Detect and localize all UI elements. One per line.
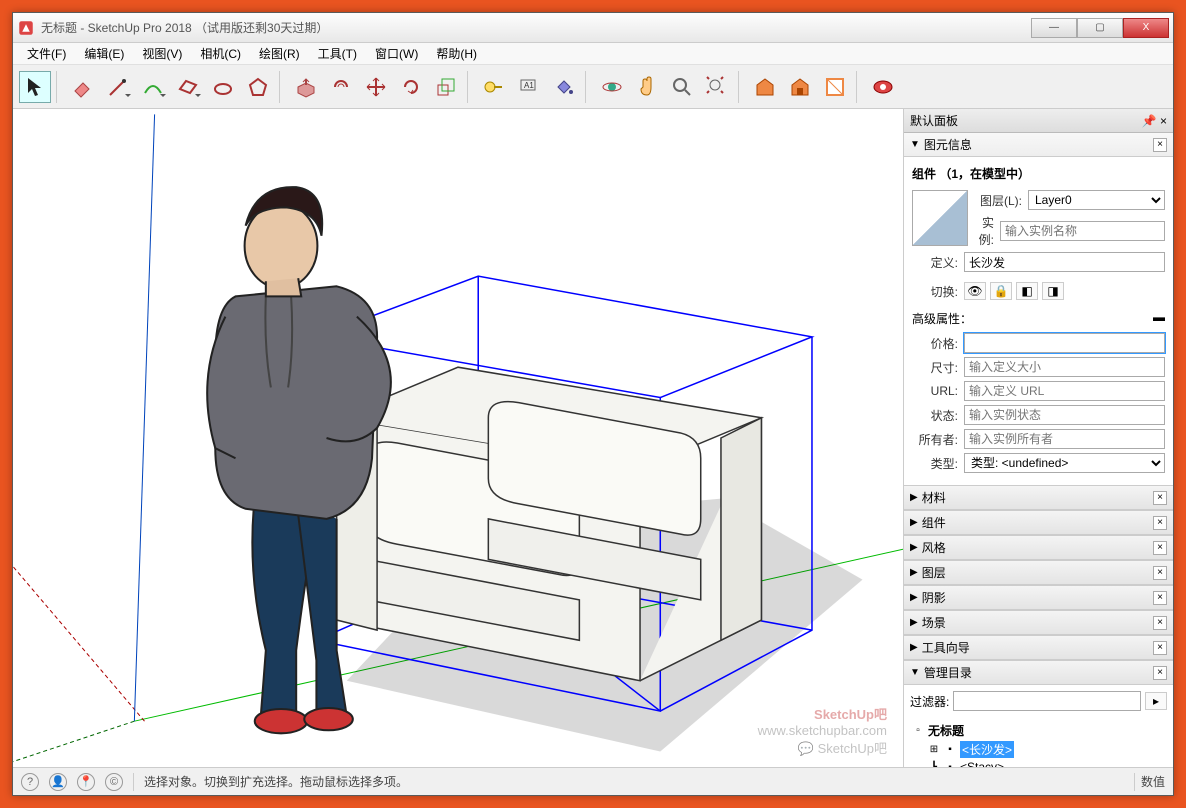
status-input[interactable] [964,405,1165,425]
toggle-receive-icon[interactable]: ◨ [1042,282,1064,300]
menu-file[interactable]: 文件(F) [19,43,74,64]
titlebar: 无标题 - SketchUp Pro 2018 （试用版还剩30天过期） — ▢… [13,13,1173,43]
menu-view[interactable]: 视图(V) [134,43,190,64]
filter-input[interactable] [953,691,1141,711]
layout-tool[interactable] [819,71,851,103]
section-scenes[interactable]: ▶场景× [904,610,1173,635]
filter-menu-icon[interactable]: ▸ [1145,692,1167,710]
eraser-tool[interactable] [67,71,99,103]
arc-tool[interactable] [137,71,169,103]
tree-item-sofa[interactable]: ⊞▪ <长沙发> [912,740,1165,759]
section-materials[interactable]: ▶材料× [904,485,1173,510]
price-input[interactable] [964,333,1165,353]
menu-tools[interactable]: 工具(T) [310,43,365,64]
entity-info-panel: 组件 （1，在模型中） 图层(L): Layer0 实例: 定义: 切换: [904,157,1173,485]
model-view [13,109,903,767]
tree-root[interactable]: ▫ 无标题 [912,721,1165,740]
section-shadows[interactable]: ▶阴影× [904,585,1173,610]
status-label: 状态: [912,407,958,424]
menu-window[interactable]: 窗口(W) [367,43,426,64]
circle-tool[interactable] [207,71,239,103]
extension-warehouse-tool[interactable] [784,71,816,103]
section-instructor[interactable]: ▶工具向导× [904,635,1173,660]
status-user-icon[interactable]: 👤 [49,773,67,791]
type-label: 类型: [912,455,958,472]
menu-camera[interactable]: 相机(C) [192,43,249,64]
status-hint: 选择对象。切换到扩充选择。拖动鼠标选择多项。 [144,773,408,790]
warehouse-tool[interactable] [749,71,781,103]
filter-label: 过滤器: [910,693,949,710]
extension-manager-tool[interactable] [867,71,899,103]
statusbar: ? 👤 📍 © 选择对象。切换到扩充选择。拖动鼠标选择多项。 数值 [13,767,1173,795]
app-icon [17,19,35,37]
definition-label: 定义: [912,254,958,271]
section-outliner[interactable]: ▼管理目录× [904,660,1173,685]
toggle-label: 切换: [912,283,958,300]
side-panel: 默认面板 📌 × ▼图元信息 × 组件 （1，在模型中） 图层(L): Laye… [903,109,1173,767]
component-title: 组件 （1，在模型中） [912,165,1165,182]
body: SketchUp吧 www.sketchupbar.com 💬 SketchUp… [13,109,1173,767]
select-tool[interactable] [19,71,51,103]
size-input[interactable] [964,357,1165,377]
pushpull-tool[interactable] [290,71,322,103]
instance-label: 实例: [976,214,994,248]
offset-tool[interactable] [325,71,357,103]
entity-info-header[interactable]: ▼图元信息 × [904,133,1173,157]
type-select[interactable]: 类型: <undefined> [964,453,1165,473]
url-label: URL: [912,384,958,398]
layer-label: 图层(L): [976,192,1022,209]
zoom-tool[interactable] [666,71,698,103]
menubar: 文件(F) 编辑(E) 视图(V) 相机(C) 绘图(R) 工具(T) 窗口(W… [13,43,1173,65]
section-components[interactable]: ▶组件× [904,510,1173,535]
pan-tool[interactable] [631,71,663,103]
tree-item-stacy[interactable]: ┗▪ <Stacy> [912,759,1165,767]
owner-label: 所有者: [912,431,958,448]
move-tool[interactable] [360,71,392,103]
owner-input[interactable] [964,429,1165,449]
definition-input[interactable] [964,252,1165,272]
size-label: 尺寸: [912,359,958,376]
text-tool[interactable]: A1 [513,71,545,103]
menu-help[interactable]: 帮助(H) [428,43,485,64]
toolbar: A1 [13,65,1173,109]
maximize-button[interactable]: ▢ [1077,18,1123,38]
menu-edit[interactable]: 编辑(E) [76,43,132,64]
entity-info-close-icon[interactable]: × [1153,138,1167,152]
toggle-shadow-icon[interactable]: ◧ [1016,282,1038,300]
url-input[interactable] [964,381,1165,401]
app-window: 无标题 - SketchUp Pro 2018 （试用版还剩30天过期） — ▢… [12,12,1174,796]
filter-row: 过滤器: ▸ [904,685,1173,717]
svg-text:A1: A1 [524,81,534,90]
polygon-tool[interactable] [242,71,274,103]
toggle-visible-icon[interactable]: 👁 [964,282,986,300]
close-button[interactable]: X [1123,18,1169,38]
section-styles[interactable]: ▶风格× [904,535,1173,560]
status-geo-icon[interactable]: 📍 [77,773,95,791]
status-credit-icon[interactable]: © [105,773,123,791]
price-label: 价格: [912,335,958,352]
paintbucket-tool[interactable] [548,71,580,103]
status-value-label: 数值 [1141,773,1165,790]
tray-close-icon[interactable]: × [1160,114,1167,128]
component-thumbnail[interactable] [912,190,968,246]
window-title: 无标题 - SketchUp Pro 2018 （试用版还剩30天过期） [41,19,1031,36]
layer-select[interactable]: Layer0 [1028,190,1165,210]
section-layers[interactable]: ▶图层× [904,560,1173,585]
toggle-lock-icon[interactable]: 🔒 [990,282,1012,300]
rectangle-tool[interactable] [172,71,204,103]
viewport[interactable]: SketchUp吧 www.sketchupbar.com 💬 SketchUp… [13,109,903,767]
default-tray-header[interactable]: 默认面板 📌 × [904,109,1173,133]
tape-tool[interactable] [478,71,510,103]
instance-input[interactable] [1000,221,1165,241]
outliner-tree: ▫ 无标题 ⊞▪ <长沙发> ┗▪ <Stacy> [904,717,1173,767]
advanced-attributes-label: 高级属性：▬ [912,310,1165,327]
rotate-tool[interactable] [395,71,427,103]
status-help-icon[interactable]: ? [21,773,39,791]
orbit-tool[interactable] [596,71,628,103]
line-tool[interactable] [102,71,134,103]
minimize-button[interactable]: — [1031,18,1077,38]
zoom-extents-tool[interactable] [701,71,733,103]
scale-tool[interactable] [430,71,462,103]
menu-draw[interactable]: 绘图(R) [251,43,308,64]
